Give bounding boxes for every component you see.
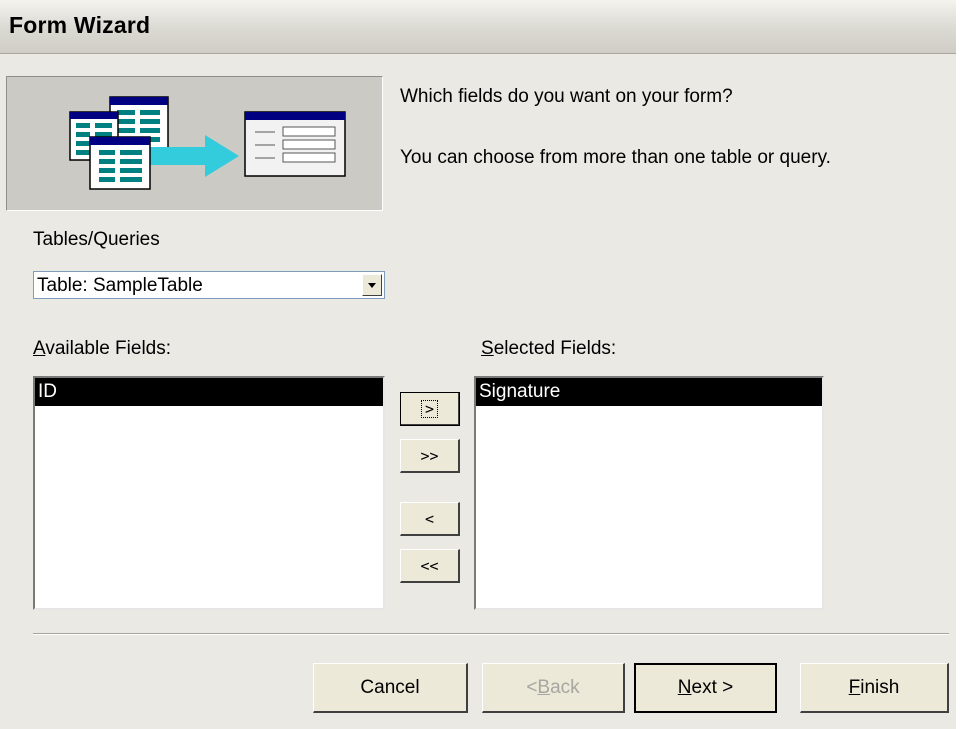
back-accel: B (537, 676, 551, 698)
back-button[interactable]: < Back (482, 663, 625, 713)
remove-field-button[interactable]: < (400, 502, 460, 536)
next-button[interactable]: Next > (634, 663, 777, 713)
add-field-label: > (420, 399, 439, 418)
tables-to-form-icon (69, 96, 346, 190)
next-accel: N (677, 677, 692, 698)
next-rest: ext > (691, 677, 734, 698)
available-accel: A (33, 338, 46, 359)
available-fields-label: Available Fields: (33, 338, 171, 360)
available-label-rest: vailable Fields: (45, 338, 172, 359)
dialog-title: Form Wizard (9, 12, 151, 38)
list-item[interactable]: ID (35, 378, 383, 406)
selected-label-rest: elected Fields: (493, 338, 617, 359)
add-all-fields-button[interactable]: >> (400, 439, 460, 473)
dropdown-arrow-icon[interactable] (362, 274, 382, 296)
selected-fields-label: Selected Fields: (481, 338, 616, 360)
finish-button[interactable]: Finish (800, 663, 949, 713)
cancel-button[interactable]: Cancel (313, 663, 468, 713)
multi-source-hint: You can choose from more than one table … (400, 147, 831, 168)
title-bar[interactable]: Form Wizard (0, 0, 956, 54)
wizard-illustration (6, 76, 383, 211)
available-fields-list[interactable]: ID (33, 376, 385, 610)
tables-queries-label: Tables/Queries (33, 229, 160, 250)
dropdown-value: Table: SampleTable (37, 275, 203, 296)
finish-accel: F (848, 676, 861, 698)
back-rest: ack (550, 676, 580, 698)
selected-fields-list[interactable]: Signature (474, 376, 824, 610)
add-field-button[interactable]: > (400, 392, 460, 426)
selected-accel: S (481, 338, 494, 359)
finish-rest: inish (860, 676, 900, 698)
remove-all-fields-button[interactable]: << (400, 549, 460, 583)
list-item[interactable]: Signature (476, 378, 822, 406)
footer-divider (33, 633, 949, 635)
back-prefix: < (526, 676, 538, 698)
tables-queries-dropdown[interactable]: Table: SampleTable (33, 271, 385, 299)
form-wizard-dialog: Form Wizard Which fields do you want on … (0, 0, 956, 729)
fields-question: Which fields do you want on your form? (400, 86, 733, 107)
